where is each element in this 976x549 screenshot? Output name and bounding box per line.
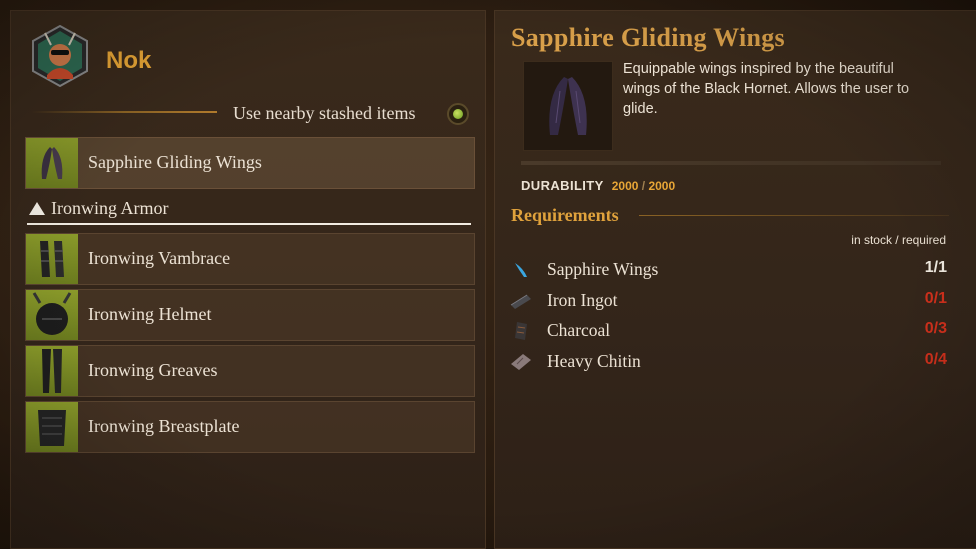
description-separator <box>521 161 941 165</box>
requirement-charcoal: Charcoal 0/3 <box>509 318 947 344</box>
list-item-sapphire-gliding-wings[interactable]: Sapphire Gliding Wings <box>25 137 475 189</box>
charcoal-icon <box>509 320 533 342</box>
list-item-ironwing-breastplate[interactable]: Ironwing Breastplate <box>25 401 475 453</box>
character-name: Nok <box>106 47 152 74</box>
group-underline <box>27 223 471 225</box>
breastplate-icon <box>26 402 78 452</box>
recipe-list-panel: Nok Use nearby stashed items Sapphire Gl… <box>10 10 486 549</box>
requirement-name: Heavy Chitin <box>547 351 641 371</box>
group-label: Ironwing Armor <box>51 198 169 218</box>
list-item-label: Sapphire Gliding Wings <box>88 152 262 172</box>
chitin-icon <box>509 351 533 373</box>
requirements-title: Requirements <box>511 205 619 225</box>
requirement-name: Sapphire Wings <box>547 259 659 279</box>
greaves-icon <box>26 346 78 396</box>
requirement-iron-ingot: Iron Ingot 0/1 <box>509 288 947 314</box>
requirement-name: Charcoal <box>547 320 611 340</box>
requirements-divider <box>639 215 949 216</box>
requirement-count: 0/3 <box>924 320 947 337</box>
sapphire-wing-icon <box>509 259 533 281</box>
requirement-count: 0/4 <box>924 351 947 368</box>
crafting-screen: Nok Use nearby stashed items Sapphire Gl… <box>0 0 976 549</box>
durability-current: 2000 <box>611 179 639 193</box>
durability-max: 2000 <box>648 179 676 193</box>
helmet-icon <box>26 290 78 340</box>
requirement-count: 1/1 <box>924 259 947 276</box>
list-item-label: Ironwing Helmet <box>88 304 212 324</box>
list-item-ironwing-greaves[interactable]: Ironwing Greaves <box>25 345 475 397</box>
requirement-name: Iron Ingot <box>547 290 618 310</box>
header-divider <box>31 111 217 113</box>
group-header-ironwing-armor[interactable]: Ironwing Armor <box>27 197 473 225</box>
toggle-indicator-icon <box>453 109 463 119</box>
requirement-count: 0/1 <box>924 290 947 307</box>
list-item-ironwing-helmet[interactable]: Ironwing Helmet <box>25 289 475 341</box>
item-detail-panel: Sapphire Gliding Wings Equippable wings … <box>494 10 976 549</box>
list-item-label: Ironwing Vambrace <box>88 248 231 268</box>
list-item-ironwing-vambrace[interactable]: Ironwing Vambrace <box>25 233 475 285</box>
requirement-sapphire-wings: Sapphire Wings 1/1 <box>509 257 947 283</box>
stash-label: Use nearby stashed items <box>233 103 416 123</box>
wings-icon <box>26 138 78 188</box>
list-item-label: Ironwing Greaves <box>88 360 218 380</box>
item-preview-wings-icon <box>523 61 613 151</box>
character-portrait-icon <box>29 24 91 88</box>
requirement-heavy-chitin: Heavy Chitin 0/4 <box>509 349 947 375</box>
stash-toggle[interactable] <box>447 103 469 125</box>
item-description: Equippable wings inspired by the beautif… <box>623 61 910 117</box>
durability-stat: DURABILITY 2000 / 2000 <box>521 178 676 193</box>
list-item-label: Ironwing Breastplate <box>88 416 240 436</box>
durability-label: DURABILITY <box>521 178 604 193</box>
iron-ingot-icon <box>509 290 533 312</box>
item-title: Sapphire Gliding Wings <box>511 23 785 52</box>
vambrace-icon <box>26 234 78 284</box>
requirements-hint: in stock / required <box>851 233 946 247</box>
expand-triangle-icon <box>29 202 45 215</box>
